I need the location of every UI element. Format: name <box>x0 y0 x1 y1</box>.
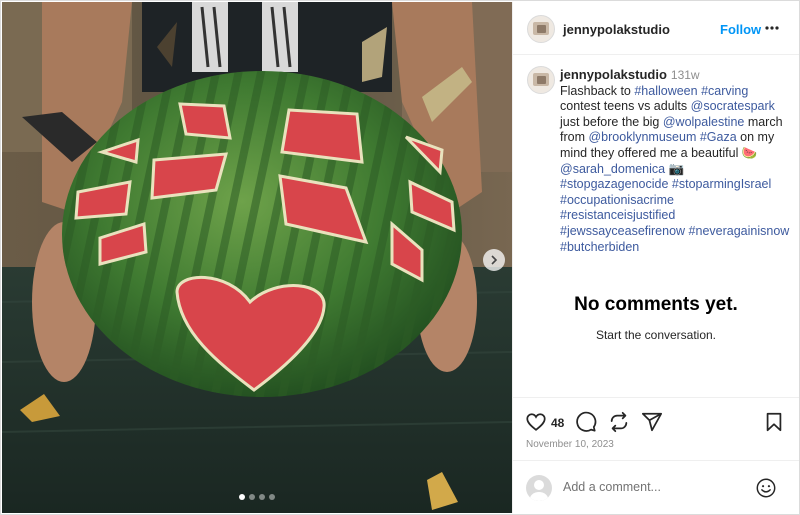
caption-link[interactable]: #butcherbiden <box>560 240 639 254</box>
comment-input[interactable] <box>563 477 743 497</box>
caption-fragment: just before the big <box>560 114 663 129</box>
post-header: jennypolakstudio Follow <box>513 2 799 55</box>
comment-icon[interactable] <box>575 411 597 433</box>
carousel-dot <box>249 494 255 500</box>
caption-fragment: contest teens vs adults <box>560 99 691 114</box>
like-count[interactable]: 48 <box>551 416 564 430</box>
caption-link[interactable]: #resistanceisjustified <box>560 208 675 222</box>
caption-link[interactable]: #occupationisacrime <box>560 193 674 207</box>
chevron-right-icon <box>491 255 498 265</box>
follow-button[interactable]: Follow <box>720 22 761 37</box>
more-horizontal-icon[interactable] <box>764 20 780 36</box>
no-comments-title: No comments yet. <box>574 294 738 315</box>
post-photo <box>2 2 512 513</box>
share-icon[interactable] <box>608 411 630 433</box>
bookmark-icon[interactable] <box>763 411 785 433</box>
send-icon[interactable] <box>641 411 663 433</box>
no-comments-subtitle: Start the conversation. <box>595 328 717 342</box>
caption-area: jennypolakstudio 131w Flashback to #hallo… <box>513 56 799 396</box>
caption-link[interactable]: #Gaza <box>700 130 737 144</box>
caption-link[interactable]: #carving <box>701 84 748 98</box>
post-actions: 48 November 10, 2023 <box>513 397 799 459</box>
caption-link[interactable]: #jewssayceasefirenow <box>560 224 685 238</box>
caption-username[interactable]: jennypolakstudio <box>560 67 667 82</box>
caption-link[interactable]: #stoparmingIsrael <box>672 177 771 191</box>
next-slide-button[interactable] <box>483 249 505 271</box>
caption-text: Flashback to #halloween #carving contest… <box>560 84 792 256</box>
carousel-dot <box>269 494 275 500</box>
author-avatar[interactable] <box>527 15 555 43</box>
post-date[interactable]: November 10, 2023 <box>526 439 614 450</box>
viewer-avatar <box>526 475 552 501</box>
caption-link[interactable]: @sarah_domenica <box>560 162 665 176</box>
carousel-dot <box>239 494 245 500</box>
caption-link[interactable]: @wolpalestine <box>663 115 744 129</box>
carousel-dot <box>259 494 265 500</box>
no-comments: No comments yet. Start the conversation. <box>513 294 799 342</box>
emoji-icon[interactable] <box>755 477 777 499</box>
caption-link[interactable]: @brooklynmuseum <box>588 130 696 144</box>
caption-link[interactable]: @socratespark <box>691 99 775 113</box>
author-username[interactable]: jennypolakstudio <box>563 22 670 37</box>
post-side-panel: jennypolakstudio Follow jennypolakstudio… <box>512 2 799 513</box>
caption-fragment: 📷 <box>665 161 685 176</box>
caption-link[interactable]: #stopgazagenocide <box>560 177 668 191</box>
heart-icon[interactable] <box>525 411 547 433</box>
caption-avatar[interactable] <box>527 66 555 94</box>
post-age: 131w <box>670 68 700 82</box>
caption-fragment: Flashback to <box>560 83 635 98</box>
comment-composer <box>513 460 799 513</box>
caption-link[interactable]: #neveragainisnow <box>689 224 790 238</box>
caption-link[interactable]: #halloween <box>634 84 697 98</box>
post-media[interactable] <box>2 2 512 513</box>
carousel-indicator <box>2 494 512 500</box>
post-caption: jennypolakstudio 131w Flashback to #hallo… <box>560 67 792 255</box>
